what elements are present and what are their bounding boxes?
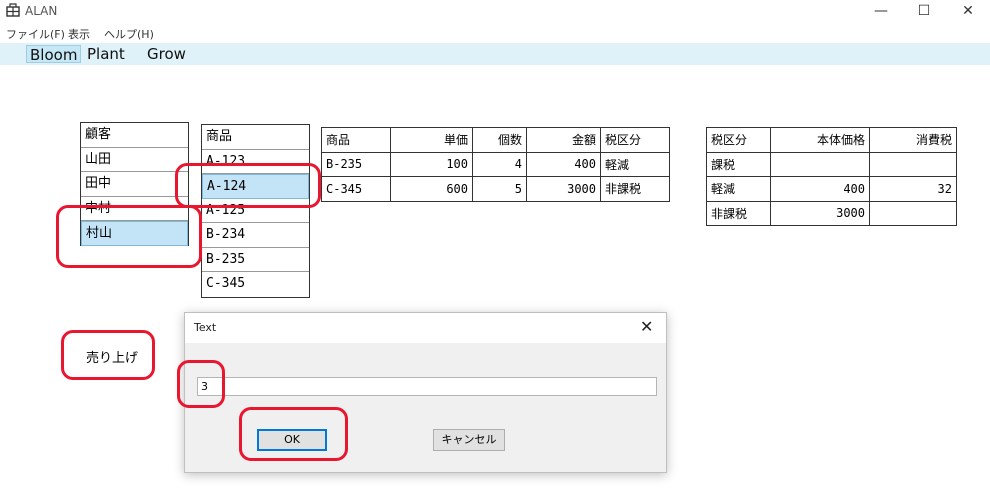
title-bar: ALAN — ☐ ✕: [0, 0, 990, 22]
sales-label[interactable]: 売り上げ: [86, 347, 138, 366]
cell: 軽減: [706, 176, 771, 202]
customer-item-tanaka[interactable]: 田中: [81, 172, 188, 197]
customer-item-yamada[interactable]: 山田: [81, 148, 188, 172]
col-header-product: 商品: [321, 127, 391, 153]
menu-help[interactable]: ヘルプ(H): [104, 26, 154, 42]
dialog-close-icon[interactable]: ✕: [640, 317, 653, 336]
tax-table: 税区分 本体価格 消費税 課税 軽減 400 32 非課税 3000: [706, 127, 957, 226]
cell: 3000: [526, 176, 601, 202]
customer-item-nakamura[interactable]: 中村: [81, 197, 188, 221]
table-row[interactable]: 課税: [706, 151, 957, 177]
product-item-selected[interactable]: A-124: [202, 174, 309, 199]
cell: 600: [390, 176, 473, 202]
app-icon: [6, 3, 20, 17]
cell: 32: [869, 176, 957, 202]
product-item[interactable]: A-125: [202, 199, 309, 223]
cell: B-235: [321, 151, 391, 177]
close-button[interactable]: ✕: [945, 0, 990, 22]
minimize-button[interactable]: —: [858, 0, 904, 22]
cell: C-345: [321, 176, 391, 202]
maximize-button[interactable]: ☐: [901, 0, 947, 22]
customer-item-murayama[interactable]: 村山: [81, 221, 188, 246]
dialog-title: Text: [194, 321, 217, 334]
col-header-amount: 金額: [526, 127, 601, 153]
cell: 400: [526, 151, 601, 177]
window-title: ALAN: [25, 4, 58, 18]
col-header-tax-type: 税区分: [600, 127, 670, 153]
product-list-header: 商品: [202, 125, 309, 150]
tab-bar: Bloom Plant Grow: [0, 43, 990, 65]
table-row[interactable]: C-345 600 5 3000 非課税: [321, 176, 670, 202]
col-header-tax-type: 税区分: [706, 127, 771, 153]
cell: 100: [390, 151, 473, 177]
col-header-consumption-tax: 消費税: [869, 127, 957, 153]
menu-view[interactable]: 表示: [68, 26, 90, 42]
table-header-row: 商品 単価 個数 金額 税区分: [321, 127, 670, 153]
col-header-base-price: 本体価格: [770, 127, 870, 153]
ok-button[interactable]: OK: [257, 429, 327, 451]
cell: [770, 151, 870, 177]
col-header-unit-price: 単価: [390, 127, 473, 153]
tab-bloom[interactable]: Bloom: [26, 45, 82, 64]
product-item[interactable]: B-234: [202, 223, 309, 248]
table-row[interactable]: B-235 100 4 400 軽減: [321, 151, 670, 177]
cell: 400: [770, 176, 870, 202]
dialog-title-bar: Text ✕: [185, 313, 666, 343]
cell: 4: [472, 151, 527, 177]
menu-file[interactable]: ファイル(F): [6, 26, 65, 42]
customer-list: 顧客 山田 田中 中村 村山: [80, 122, 189, 246]
cancel-button[interactable]: キャンセル: [433, 429, 505, 451]
customer-list-header: 顧客: [81, 123, 188, 148]
cell: [869, 200, 957, 226]
product-item[interactable]: C-345: [202, 272, 309, 297]
tab-grow[interactable]: Grow: [144, 45, 189, 63]
tab-plant[interactable]: Plant: [84, 45, 128, 63]
table-row[interactable]: 軽減 400 32: [706, 176, 957, 202]
table-row[interactable]: 非課税 3000: [706, 200, 957, 226]
order-table: 商品 単価 個数 金額 税区分 B-235 100 4 400 軽減 C-345…: [321, 127, 670, 202]
cell: [869, 151, 957, 177]
text-input-field[interactable]: 3: [197, 377, 657, 396]
cell: 課税: [706, 151, 771, 177]
product-item[interactable]: B-235: [202, 248, 309, 272]
product-list: 商品 A-123 A-124 A-125 B-234 B-235 C-345: [201, 124, 310, 298]
text-input-dialog: Text ✕ 3 OK キャンセル: [184, 312, 667, 473]
menu-bar: ファイル(F) 表示 ヘルプ(H): [0, 26, 990, 42]
cell: 非課税: [600, 176, 670, 202]
table-header-row: 税区分 本体価格 消費税: [706, 127, 957, 153]
cell: 5: [472, 176, 527, 202]
cell: 非課税: [706, 200, 771, 226]
cell: 軽減: [600, 151, 670, 177]
col-header-quantity: 個数: [472, 127, 527, 153]
cell: 3000: [770, 200, 870, 226]
product-item[interactable]: A-123: [202, 150, 309, 174]
